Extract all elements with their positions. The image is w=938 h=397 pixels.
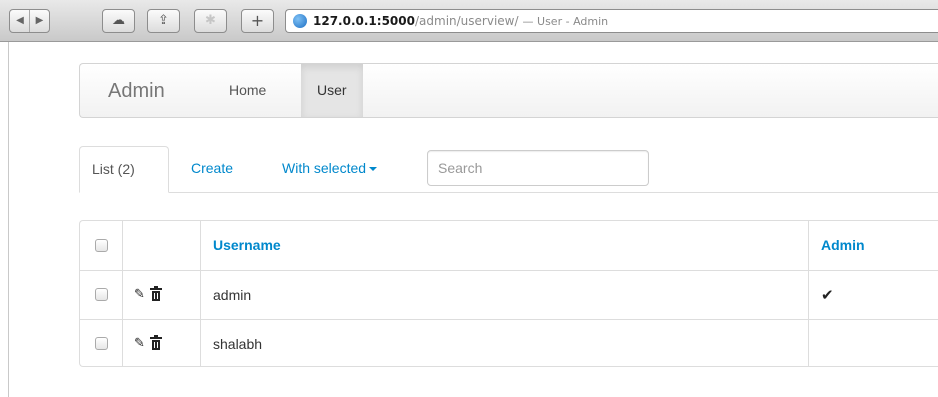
table-row: ✎ admin ✔: [80, 270, 938, 318]
cell-username: shalabh: [213, 335, 263, 352]
cloud-icon: ☁: [112, 13, 125, 28]
select-all-checkbox[interactable]: [95, 238, 108, 252]
row-select-cell: [95, 320, 108, 367]
browser-toolbar: ◀ ▶ ☁ ⇪ ✱ + 127.0.0.1:5000/admin/uservie…: [0, 0, 938, 42]
url-path: /admin/userview/: [414, 14, 519, 28]
extension-button[interactable]: ✱: [194, 9, 227, 33]
column-header-username[interactable]: Username: [213, 221, 281, 269]
row-checkbox[interactable]: [95, 288, 108, 301]
url-text: 127.0.0.1:5000/admin/userview/— User - A…: [313, 10, 609, 32]
plus-icon: +: [250, 11, 265, 30]
table-row: ✎ shalabh: [80, 319, 938, 367]
table-header-row: Username Admin: [80, 221, 938, 269]
column-header-admin[interactable]: Admin: [821, 221, 865, 269]
row-actions: ✎: [134, 320, 162, 367]
tab-create[interactable]: Create: [179, 146, 245, 193]
tab-with-selected[interactable]: With selected: [270, 146, 389, 193]
page-title: — User - Admin: [522, 15, 609, 28]
window-edge: [0, 42, 9, 397]
url-host: 127.0.0.1:5000: [313, 14, 415, 28]
select-all-cell: [95, 221, 108, 269]
trash-icon[interactable]: [149, 335, 162, 350]
back-icon[interactable]: ◀: [10, 10, 30, 32]
nav-link-home[interactable]: Home: [213, 64, 282, 117]
pencil-icon[interactable]: ✎: [134, 287, 145, 302]
cell-username: admin: [213, 286, 252, 303]
search-input[interactable]: [427, 150, 649, 186]
row-checkbox[interactable]: [95, 337, 108, 350]
share-icon: ⇪: [158, 13, 169, 28]
check-icon: ✔: [821, 285, 834, 304]
admin-navbar: Admin Home User: [79, 63, 938, 118]
share-button[interactable]: ⇪: [147, 9, 180, 33]
row-actions: ✎: [134, 271, 162, 318]
pencil-icon[interactable]: ✎: [134, 336, 145, 351]
trash-icon[interactable]: [149, 286, 162, 301]
globe-icon: [293, 14, 307, 28]
address-bar[interactable]: 127.0.0.1:5000/admin/userview/— User - A…: [285, 9, 938, 33]
with-selected-label: With selected: [282, 160, 367, 176]
caret-down-icon: [369, 167, 378, 172]
back-forward-control: ◀ ▶: [9, 9, 50, 33]
extension-icon: ✱: [205, 13, 216, 28]
row-select-cell: [95, 271, 108, 318]
tab-list[interactable]: List (2): [79, 146, 169, 193]
navbar-brand[interactable]: Admin: [108, 80, 165, 102]
forward-icon[interactable]: ▶: [29, 10, 49, 32]
new-tab-button[interactable]: +: [241, 9, 274, 33]
user-table: Username Admin ✎ admin ✔ ✎ shalabh: [79, 220, 938, 367]
nav-link-user[interactable]: User: [301, 64, 363, 117]
icloud-tabs-button[interactable]: ☁: [102, 9, 135, 33]
